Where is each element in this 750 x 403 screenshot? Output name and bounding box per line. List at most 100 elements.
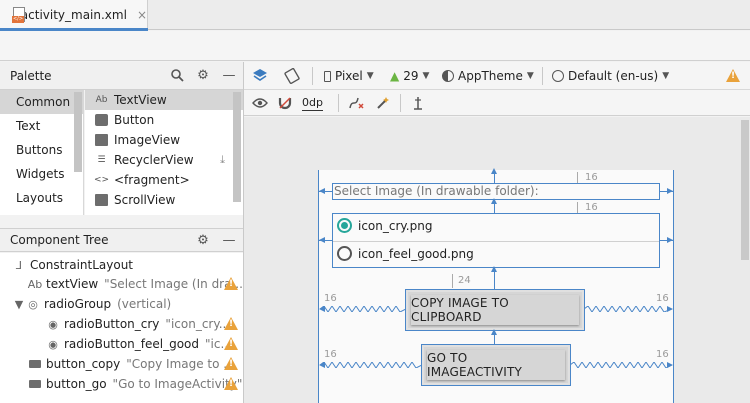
- palette-header: Palette ⚙ —: [0, 62, 243, 90]
- scrollview-icon: [95, 194, 108, 206]
- tree-node-textview[interactable]: Ab textView "Select Image (In dra...: [0, 274, 243, 294]
- radio-group-icon: ◎: [28, 297, 38, 311]
- radio-unchecked-icon[interactable]: [337, 246, 352, 261]
- layers-icon[interactable]: [252, 68, 268, 84]
- phone-icon: [324, 70, 331, 82]
- component-tree-header: Component Tree ⚙ —: [0, 228, 243, 252]
- warning-icon[interactable]: [224, 357, 238, 370]
- categories-scrollbar[interactable]: [74, 92, 82, 172]
- constraint-arrow-icon: [491, 198, 497, 204]
- constraint-spring: [584, 306, 672, 312]
- gear-icon[interactable]: ⚙: [195, 232, 211, 248]
- preview-button-go[interactable]: GO TO IMAGEACTIVITY: [422, 345, 570, 385]
- margin-label: 24: [458, 275, 471, 286]
- globe-icon: [552, 70, 564, 82]
- preview-textview[interactable]: Select Image (In drawable folder):: [334, 184, 539, 198]
- category-text[interactable]: Text: [0, 114, 83, 138]
- margin-label: 16: [324, 349, 337, 360]
- close-icon[interactable]: ×: [137, 8, 147, 22]
- constraint-arrow-icon: [491, 329, 497, 335]
- margin-label: 16: [324, 293, 337, 304]
- tab-activity-main[interactable]: </> activity_main.xml ×: [0, 0, 148, 31]
- palette-item-label: ScrollView: [114, 193, 176, 207]
- tab-title: activity_main.xml: [20, 8, 127, 22]
- preview-radio-cry[interactable]: icon_cry.png: [337, 218, 432, 233]
- margin-guide: [452, 274, 453, 288]
- chevron-down-icon: ▼: [526, 71, 534, 81]
- minimize-icon[interactable]: —: [221, 67, 237, 83]
- chevron-down-icon: ▼: [366, 71, 374, 81]
- palette-item-label: RecyclerView: [114, 153, 194, 167]
- code-icon: <>: [93, 175, 110, 185]
- tree-node-constraintlayout[interactable]: ⅃ ConstraintLayout: [0, 255, 243, 275]
- tree-node-button-go[interactable]: button_go "Go to ImageActivity": [0, 374, 243, 394]
- constraint-layout-icon: ⅃: [15, 258, 23, 272]
- palette-item-recyclerview[interactable]: ☰ RecyclerView ⤓: [85, 150, 243, 170]
- gear-icon[interactable]: ⚙: [195, 67, 211, 83]
- minimize-icon[interactable]: —: [221, 232, 237, 248]
- api-selector[interactable]: ▲ 29 ▼: [390, 68, 429, 84]
- constraint-arrow-icon: [667, 306, 673, 312]
- button-icon: [95, 114, 108, 126]
- constraint-arrow-icon: [319, 237, 325, 243]
- tree-node-radiobutton-feel-good[interactable]: ◉ radioButton_feel_good "ic...: [0, 334, 243, 354]
- canvas-scrollbar[interactable]: [741, 120, 749, 260]
- constraint-arrow-icon: [667, 188, 673, 194]
- editor-subheader: [0, 31, 750, 61]
- warning-icon[interactable]: [224, 337, 238, 350]
- chevron-down-icon: ▼: [422, 71, 430, 81]
- palette-item-label: Button: [114, 113, 155, 127]
- palette-item-label: <fragment>: [114, 173, 190, 187]
- device-selector[interactable]: Pixel ▼: [324, 68, 374, 84]
- default-margin-selector[interactable]: 0dp: [302, 95, 323, 111]
- infer-constraints-icon[interactable]: [376, 95, 390, 111]
- warning-icon[interactable]: [224, 317, 238, 330]
- category-common[interactable]: Common: [0, 90, 83, 114]
- preview-button-copy[interactable]: COPY IMAGE TO CLIPBOARD: [406, 290, 584, 330]
- editor-tab-bar: </> activity_main.xml ×: [0, 0, 750, 31]
- image-icon: [95, 134, 108, 146]
- category-buttons[interactable]: Buttons: [0, 138, 83, 162]
- xml-file-icon: </>: [12, 7, 25, 23]
- magnet-icon[interactable]: [278, 95, 292, 111]
- button-icon: [28, 377, 42, 391]
- constraint-arrow-icon: [491, 266, 497, 272]
- category-layouts[interactable]: Layouts: [0, 186, 83, 210]
- eye-icon[interactable]: [252, 95, 268, 111]
- constraint-arrow-icon: [491, 168, 497, 174]
- category-widgets[interactable]: Widgets: [0, 162, 83, 186]
- theme-icon: [442, 70, 454, 82]
- items-scrollbar[interactable]: [233, 92, 241, 202]
- list-icon: ☰: [97, 155, 106, 165]
- palette-item-button[interactable]: Button: [85, 110, 243, 130]
- search-icon[interactable]: [169, 67, 185, 83]
- theme-selector[interactable]: AppTheme ▼: [442, 68, 534, 84]
- palette-item-textview[interactable]: Ab TextView: [85, 90, 243, 110]
- margin-label: 16: [656, 349, 669, 360]
- palette-item-imageview[interactable]: ImageView: [85, 130, 243, 150]
- constraint-arrow-icon: [667, 362, 673, 368]
- component-tree: ⅃ ConstraintLayout Ab textView "Select I…: [0, 253, 243, 403]
- palette-item-fragment[interactable]: <> <fragment>: [85, 170, 243, 190]
- guidelines-icon[interactable]: [412, 95, 424, 111]
- download-icon[interactable]: ⤓: [220, 153, 225, 167]
- preview-radio-feel-good[interactable]: icon_feel_good.png: [337, 246, 474, 261]
- tree-node-button-copy[interactable]: button_copy "Copy Image to ...: [0, 354, 243, 374]
- warning-icon[interactable]: [224, 377, 238, 390]
- orientation-icon[interactable]: [284, 68, 300, 84]
- palette-items: Ab TextView Button ImageView ☰ RecyclerV…: [85, 90, 243, 215]
- tree-node-radiogroup[interactable]: ▼ ◎ radioGroup (vertical): [0, 294, 243, 314]
- radio-button-icon: ◉: [48, 317, 58, 331]
- warning-icon[interactable]: [726, 69, 740, 82]
- constraint-toolbar: 0dp: [244, 90, 750, 116]
- warning-icon[interactable]: [224, 277, 238, 290]
- radio-checked-icon[interactable]: [337, 218, 352, 233]
- constraint-arrow-icon: [319, 362, 325, 368]
- textview-icon: Ab: [95, 95, 108, 105]
- constraint-arrow-icon: [319, 306, 325, 312]
- tree-node-radiobutton-cry[interactable]: ◉ radioButton_cry "icon_cry....: [0, 314, 243, 334]
- palette-item-scrollview[interactable]: ScrollView: [85, 190, 243, 210]
- expand-arrow-icon[interactable]: ▼: [12, 297, 26, 311]
- locale-selector[interactable]: Default (en-us) ▼: [552, 68, 669, 84]
- clear-constraints-icon[interactable]: [348, 95, 364, 111]
